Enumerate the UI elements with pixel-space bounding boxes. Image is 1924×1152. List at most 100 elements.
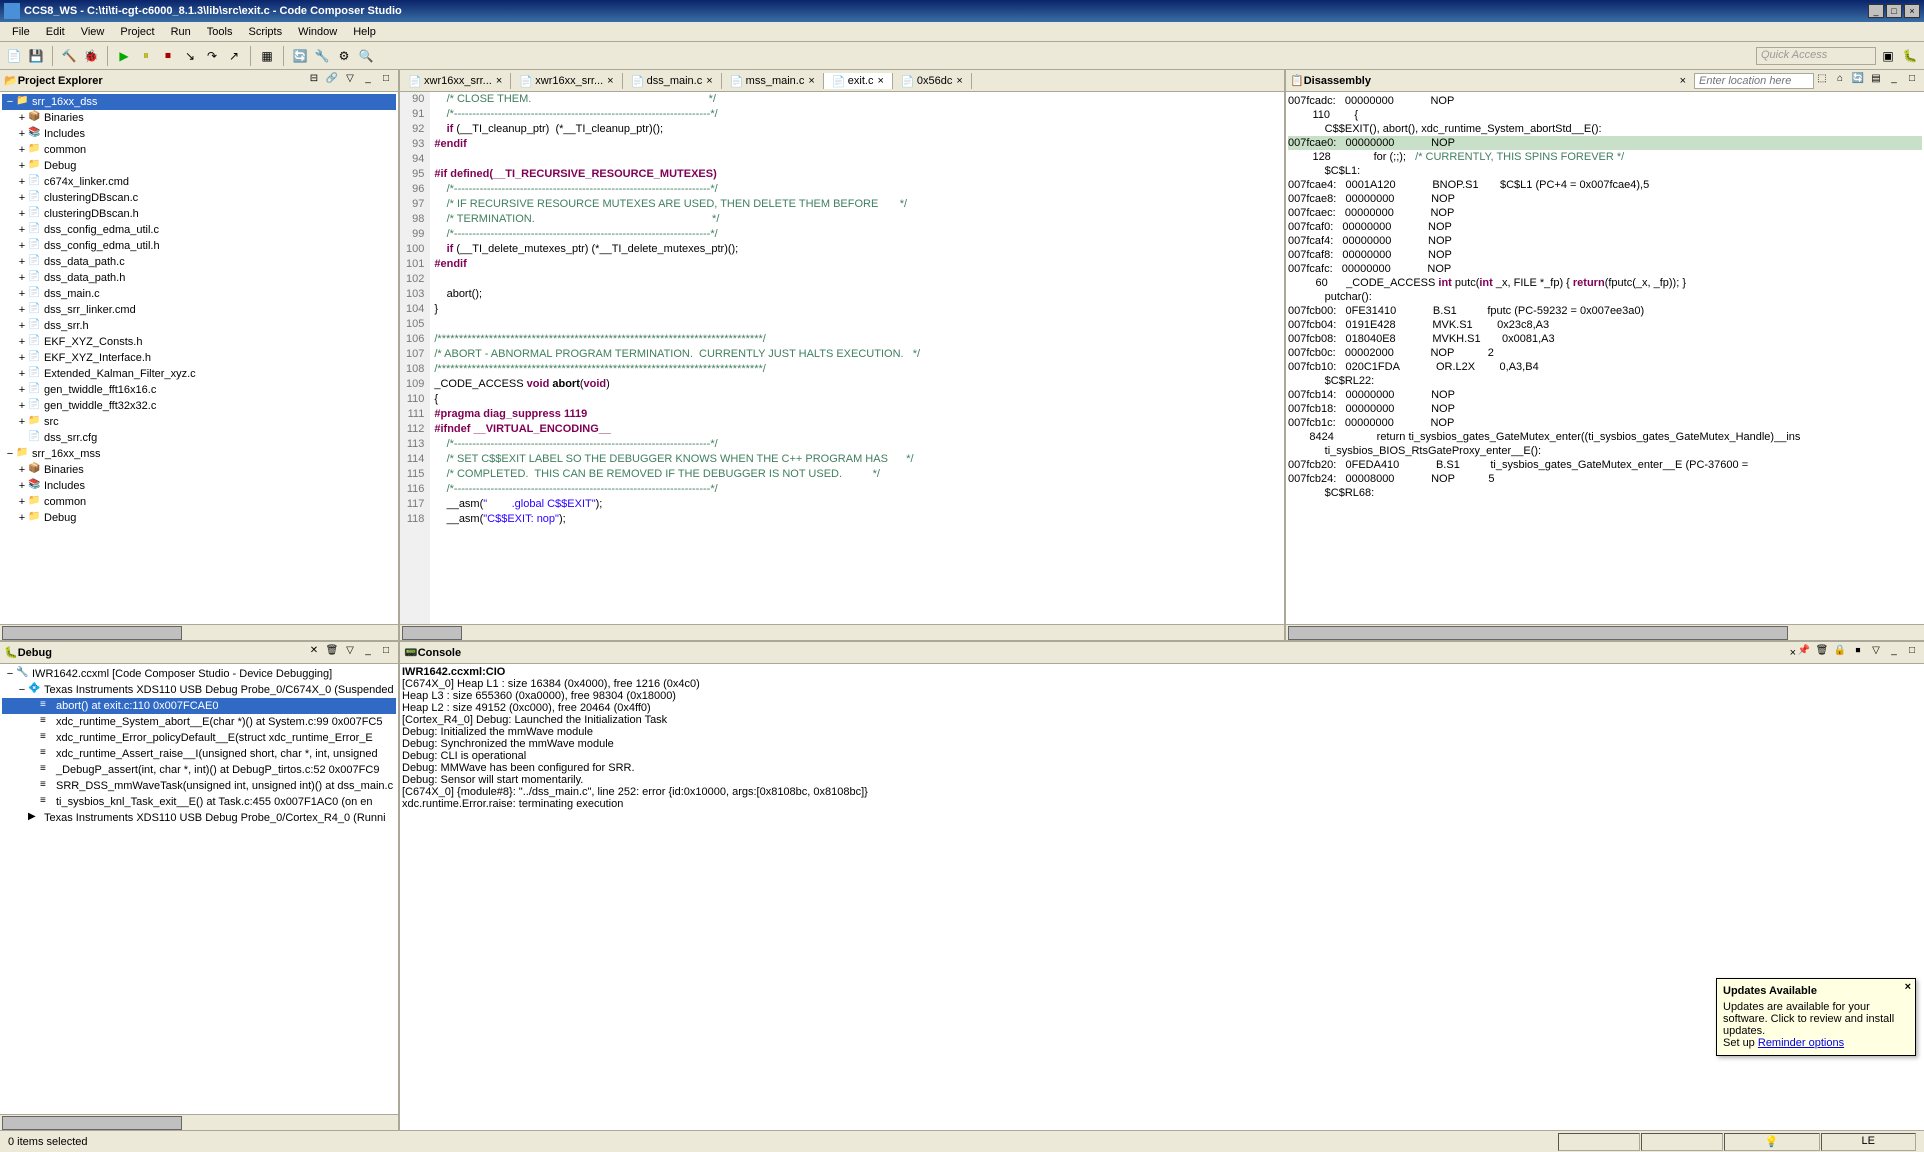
minimize-button[interactable]: _ <box>1868 4 1884 18</box>
disassembly-line[interactable]: 007fcae4: 0001A120 BNOP.S1 $C$L1 (PC+4 =… <box>1288 178 1922 192</box>
code-line[interactable] <box>434 152 1284 167</box>
project-tree-item[interactable]: +📄dss_srr_linker.cmd <box>2 302 396 318</box>
console-lock-icon[interactable]: 🔒 <box>1832 645 1848 661</box>
code-line[interactable]: /* TERMINATION. */ <box>434 212 1284 227</box>
disassembly-line[interactable]: 007fcaec: 00000000 NOP <box>1288 206 1922 220</box>
project-tree-item[interactable]: +📄gen_twiddle_fft32x32.c <box>2 398 396 414</box>
link-editor-icon[interactable]: 🔗 <box>324 73 340 89</box>
quick-access-input[interactable]: Quick Access <box>1756 47 1876 65</box>
tree-toggle-icon[interactable]: − <box>4 668 16 680</box>
tree-toggle-icon[interactable]: + <box>16 480 28 492</box>
debug-tree-item[interactable]: ≡xdc_runtime_Error_policyDefault__E(stru… <box>2 730 396 746</box>
resume-button[interactable]: ▶ <box>114 46 134 66</box>
code-line[interactable]: if (__TI_delete_mutexes_ptr) (*__TI_dele… <box>434 242 1284 257</box>
disasm-refresh-icon[interactable]: 🔄 <box>1850 73 1866 89</box>
project-tree-item[interactable]: +📄clusteringDBscan.c <box>2 190 396 206</box>
project-tree-item[interactable]: +📁src <box>2 414 396 430</box>
disassembly-line[interactable]: 8424 return ti_sysbios_gates_GateMutex_e… <box>1288 430 1922 444</box>
grid-button[interactable]: ▦ <box>257 46 277 66</box>
debug-tree[interactable]: −🔧IWR1642.ccxml [Code Composer Studio - … <box>0 664 398 1114</box>
maximize-button[interactable]: □ <box>1886 4 1902 18</box>
tab-close-icon[interactable]: × <box>706 75 712 87</box>
tab-close-icon[interactable]: × <box>496 75 502 87</box>
menu-scripts[interactable]: Scripts <box>240 24 290 40</box>
menu-tools[interactable]: Tools <box>199 24 241 40</box>
project-tree-item[interactable]: +📄c674x_linker.cmd <box>2 174 396 190</box>
tree-toggle-icon[interactable]: − <box>4 96 16 108</box>
code-line[interactable]: /***************************************… <box>434 332 1284 347</box>
disassembly-line[interactable]: 007fcaf4: 00000000 NOP <box>1288 234 1922 248</box>
tree-toggle-icon[interactable]: + <box>16 304 28 316</box>
debug-hscroll[interactable] <box>0 1114 398 1130</box>
disassembly-line[interactable]: putchar(): <box>1288 290 1922 304</box>
disassembly-line[interactable]: 007fcaf0: 00000000 NOP <box>1288 220 1922 234</box>
disassembly-line[interactable]: 007fcb08: 018040E8 MVKH.S1 0x0081,A3 <box>1288 332 1922 346</box>
tree-toggle-icon[interactable]: + <box>16 240 28 252</box>
step-into-button[interactable]: ↘ <box>180 46 200 66</box>
menu-help[interactable]: Help <box>345 24 384 40</box>
code-line[interactable]: { <box>434 392 1284 407</box>
disassembly-line[interactable]: 007fcaf8: 00000000 NOP <box>1288 248 1922 262</box>
debug-tree-item[interactable]: ≡_DebugP_assert(int, char *, int)() at D… <box>2 762 396 778</box>
code-line[interactable]: #if defined(__TI_RECURSIVE_RESOURCE_MUTE… <box>434 167 1284 182</box>
project-explorer-hscroll[interactable] <box>0 624 398 640</box>
disassembly-close-icon[interactable]: × <box>1680 75 1686 87</box>
tree-toggle-icon[interactable]: + <box>16 176 28 188</box>
perspective-debug-button[interactable]: 🐛 <box>1900 46 1920 66</box>
menu-run[interactable]: Run <box>163 24 199 40</box>
editor-tab[interactable]: 📄xwr16xx_srr...× <box>511 73 622 89</box>
disassembly-line[interactable]: 007fcb24: 00008000 NOP 5 <box>1288 472 1922 486</box>
debug-tree-item[interactable]: −🔧IWR1642.ccxml [Code Composer Studio - … <box>2 666 396 682</box>
editor-content[interactable]: 9091929394959697989910010110210310410510… <box>400 92 1284 624</box>
tree-toggle-icon[interactable]: + <box>16 224 28 236</box>
console-terminate-icon[interactable]: ⏹ <box>1850 645 1866 661</box>
tree-toggle-icon[interactable]: + <box>16 272 28 284</box>
disassembly-line[interactable]: 007fcb14: 00000000 NOP <box>1288 388 1922 402</box>
code-line[interactable] <box>434 317 1284 332</box>
step-over-button[interactable]: ↷ <box>202 46 222 66</box>
tree-toggle-icon[interactable]: + <box>16 400 28 412</box>
disassembly-line[interactable]: 007fcae8: 00000000 NOP <box>1288 192 1922 206</box>
project-tree-item[interactable]: +📦Binaries <box>2 110 396 126</box>
minimize-panel-icon[interactable]: _ <box>360 73 376 89</box>
debug-tree-item[interactable]: ≡xdc_runtime_System_abort__E(char *)() a… <box>2 714 396 730</box>
code-line[interactable]: abort(); <box>434 287 1284 302</box>
debug-tree-item[interactable]: −💠Texas Instruments XDS110 USB Debug Pro… <box>2 682 396 698</box>
tree-toggle-icon[interactable]: + <box>16 336 28 348</box>
view-menu-icon[interactable]: ▽ <box>342 73 358 89</box>
perspective-ccs-button[interactable]: ▣ <box>1878 46 1898 66</box>
tree-toggle-icon[interactable]: + <box>16 320 28 332</box>
code-line[interactable]: /*--------------------------------------… <box>434 482 1284 497</box>
tree-toggle-icon[interactable]: + <box>16 112 28 124</box>
tree-toggle-icon[interactable]: + <box>16 256 28 268</box>
console-content[interactable]: IWR1642.ccxml:CIO [C674X_0] Heap L1 : si… <box>400 664 1924 1130</box>
project-tree-item[interactable]: +📚Includes <box>2 126 396 142</box>
debug-tree-item[interactable]: ≡ti_sysbios_knl_Task_exit__E() at Task.c… <box>2 794 396 810</box>
disassembly-line[interactable]: $C$L1: <box>1288 164 1922 178</box>
tree-toggle-icon[interactable]: + <box>16 496 28 508</box>
editor-tab[interactable]: 📄mss_main.c× <box>722 73 824 89</box>
tree-toggle-icon[interactable]: + <box>16 288 28 300</box>
code-line[interactable]: /* SET C$$EXIT LABEL SO THE DEBUGGER KNO… <box>434 452 1284 467</box>
tree-toggle-icon[interactable]: + <box>16 512 28 524</box>
tree-toggle-icon[interactable]: + <box>16 464 28 476</box>
disassembly-line[interactable]: 007fcafc: 00000000 NOP <box>1288 262 1922 276</box>
disassembly-hscroll[interactable] <box>1286 624 1924 640</box>
tree-toggle-icon[interactable]: + <box>16 144 28 156</box>
disassembly-line[interactable]: $C$RL68: <box>1288 486 1922 500</box>
notification-link[interactable]: Reminder options <box>1758 1037 1844 1049</box>
disassembly-line[interactable]: 110 { <box>1288 108 1922 122</box>
code-line[interactable]: /***************************************… <box>434 362 1284 377</box>
console-menu-icon[interactable]: ▽ <box>1868 645 1884 661</box>
editor-tab[interactable]: 📄xwr16xx_srr...× <box>400 73 511 89</box>
debug-remove-icon[interactable]: 🗑 <box>324 645 340 661</box>
project-tree-item[interactable]: +📄dss_data_path.h <box>2 270 396 286</box>
build-button[interactable]: 🔨 <box>59 46 79 66</box>
refresh-button[interactable]: 🔄 <box>290 46 310 66</box>
code-line[interactable]: } <box>434 302 1284 317</box>
tab-close-icon[interactable]: × <box>956 75 962 87</box>
debug-tool1-icon[interactable]: ✕ <box>306 645 322 661</box>
new-button[interactable]: 📄 <box>4 46 24 66</box>
project-tree-item[interactable]: +📄dss_main.c <box>2 286 396 302</box>
code-line[interactable]: #pragma diag_suppress 1119 <box>434 407 1284 422</box>
